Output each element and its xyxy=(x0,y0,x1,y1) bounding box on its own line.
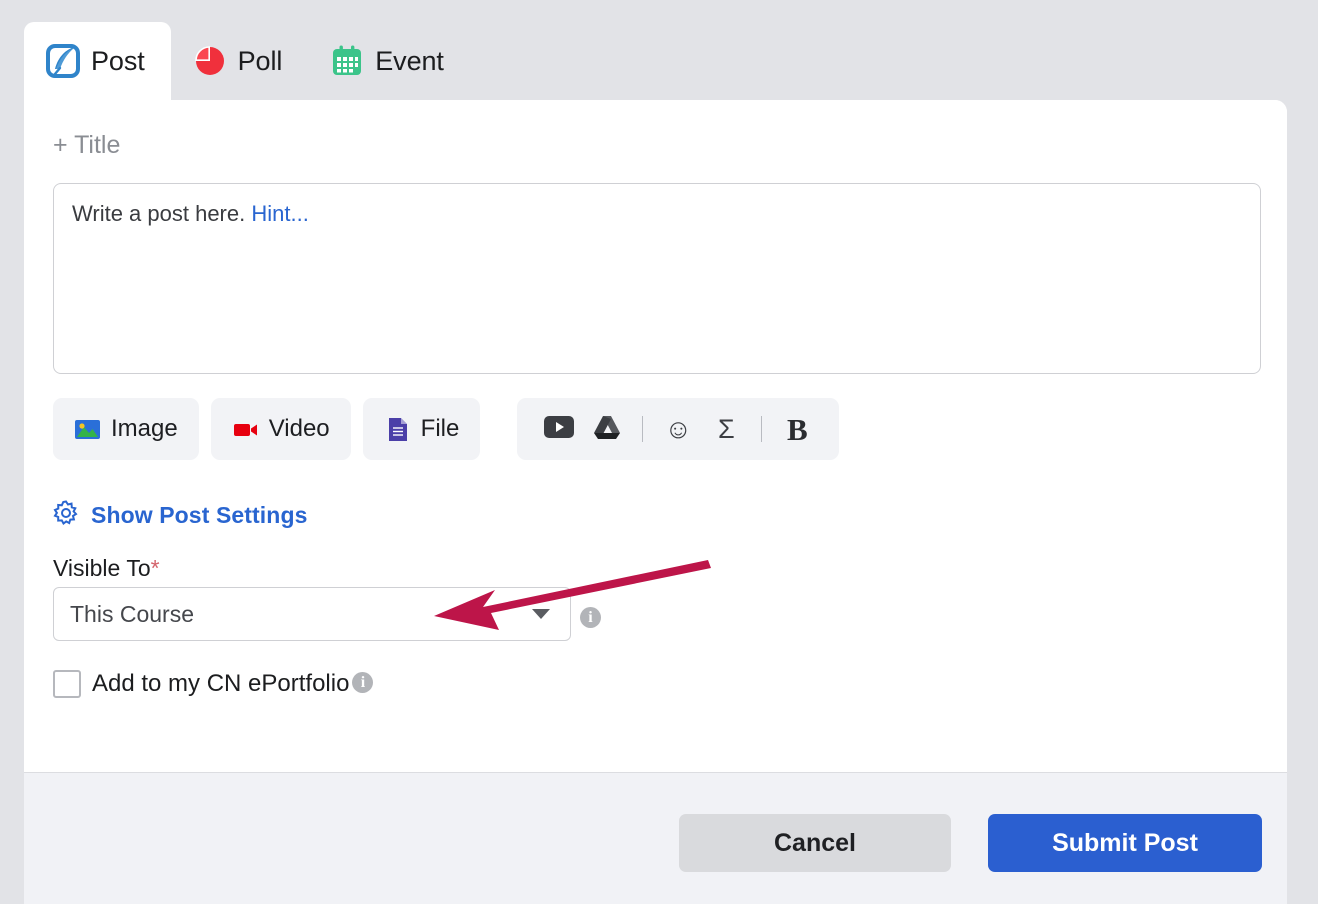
eportfolio-label: Add to my CN ePortfolio xyxy=(92,670,350,697)
footer-button-group: Cancel Submit Post xyxy=(679,814,1262,872)
tab-poll[interactable]: Poll xyxy=(171,22,309,100)
composer-tabs: Post Poll Event xyxy=(24,22,470,100)
bold-button[interactable]: B xyxy=(773,406,821,452)
tab-post[interactable]: Post xyxy=(24,22,171,100)
visible-to-value: This Course xyxy=(70,600,194,627)
composer-footer: Cancel Submit Post xyxy=(24,772,1287,904)
toolbar-separator xyxy=(642,416,644,442)
eportfolio-checkbox[interactable] xyxy=(53,670,81,698)
visible-to-select[interactable]: This Course xyxy=(53,587,571,641)
post-body-input[interactable]: Write a post here. Hint... xyxy=(53,183,1261,374)
youtube-icon xyxy=(544,415,575,443)
file-icon xyxy=(384,416,411,443)
add-image-button[interactable]: Image xyxy=(53,398,199,460)
emoji-button[interactable]: ☺ xyxy=(654,406,702,452)
add-file-label: File xyxy=(420,415,460,442)
add-file-button[interactable]: File xyxy=(362,398,481,460)
smiley-icon: ☺ xyxy=(664,413,693,444)
tab-post-label: Post xyxy=(91,45,145,76)
add-image-label: Image xyxy=(111,415,178,442)
eportfolio-option-row: Add to my CN ePortfolio i xyxy=(53,670,374,698)
cancel-button[interactable]: Cancel xyxy=(679,814,951,872)
submit-post-button[interactable]: Submit Post xyxy=(988,814,1262,872)
toolbar-separator xyxy=(761,416,763,442)
add-video-label: Video xyxy=(268,415,330,442)
show-post-settings-button[interactable]: Show Post Settings xyxy=(53,500,307,531)
composer-toolbar: Image Video File ☺ Σ B xyxy=(53,398,840,460)
tab-poll-label: Poll xyxy=(237,45,283,76)
youtube-button[interactable] xyxy=(535,406,583,452)
gear-icon xyxy=(53,500,79,531)
bold-icon: B xyxy=(786,411,808,447)
post-body-placeholder: Write a post here. xyxy=(72,201,246,226)
pie-chart-icon xyxy=(193,44,227,78)
show-post-settings-label: Show Post Settings xyxy=(91,502,308,528)
visible-to-label-text: Visible To xyxy=(53,555,151,581)
rich-text-toolbar: ☺ Σ B xyxy=(517,398,840,460)
post-quill-icon xyxy=(46,44,80,78)
add-video-button[interactable]: Video xyxy=(210,398,351,460)
tab-event-label: Event xyxy=(375,45,444,76)
composer-body: + Title Write a post here. Hint... Image xyxy=(24,100,1287,772)
image-icon xyxy=(74,416,101,443)
google-drive-button[interactable] xyxy=(583,406,631,452)
chevron-down-icon xyxy=(532,609,550,619)
video-icon xyxy=(232,416,259,443)
hint-link[interactable]: Hint... xyxy=(251,201,308,226)
post-composer-card: + Title Write a post here. Hint... Image xyxy=(24,100,1287,904)
required-asterisk: * xyxy=(150,555,160,581)
google-drive-icon xyxy=(593,414,621,445)
add-title-button[interactable]: + Title xyxy=(53,131,120,160)
sigma-icon: Σ xyxy=(717,413,735,444)
calendar-icon xyxy=(330,44,364,78)
visible-to-info-icon[interactable]: i xyxy=(580,607,601,628)
tab-event[interactable]: Event xyxy=(308,22,470,100)
visible-to-label: Visible To* xyxy=(53,555,160,582)
equation-button[interactable]: Σ xyxy=(702,406,750,452)
eportfolio-info-icon[interactable]: i xyxy=(352,672,374,693)
